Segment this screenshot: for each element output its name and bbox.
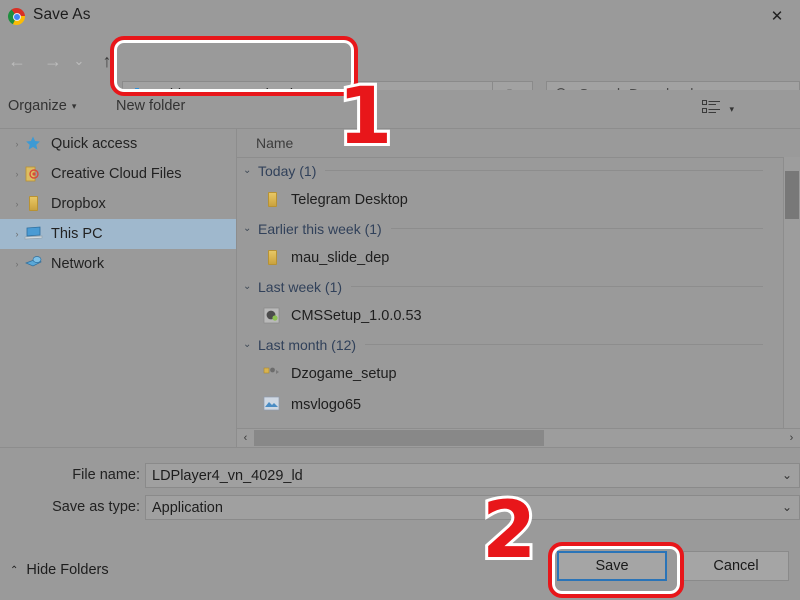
recent-locations-icon[interactable]: ⌄ (68, 47, 90, 75)
file-name-input[interactable]: LDPlayer4_vn_4029_ld ⌄ (145, 463, 800, 488)
forward-icon[interactable]: → (38, 47, 68, 75)
divider (365, 344, 763, 345)
chevron-down-icon[interactable]: ⌄ (243, 165, 258, 176)
sidebar-item-creative-cloud-files[interactable]: › Creative Cloud Files (0, 159, 236, 189)
chevron-down-icon: ▾ (72, 101, 77, 112)
chevron-right-icon[interactable]: › (10, 199, 24, 209)
chevron-right-icon[interactable]: › (10, 139, 24, 149)
file-row[interactable]: Dzogame_setup (237, 358, 783, 389)
file-group-label: Today (1) (258, 163, 316, 179)
file-list-scroll-area: ⌄ Today (1) Telegram Desktop ⌄ Earlier t… (237, 157, 783, 429)
file-name: Telegram Desktop (291, 192, 408, 208)
column-header-name[interactable]: Name (256, 135, 293, 151)
save-as-dialog: Save As ✕ ← → ⌄ ↑ › This PC › Downloads … (0, 0, 800, 600)
creative-cloud-icon (24, 165, 44, 183)
save-as-type-select[interactable]: Application ⌄ (145, 495, 800, 520)
divider (325, 170, 763, 171)
image-file-icon (263, 396, 283, 414)
chevron-down-icon[interactable]: ⌄ (243, 281, 258, 292)
save-as-type-label: Save as type: (10, 499, 140, 515)
network-icon (24, 255, 44, 273)
sidebar-item-quick-access[interactable]: › Quick access (0, 129, 236, 159)
list-view-icon (702, 99, 721, 120)
scroll-right-icon[interactable]: › (783, 432, 800, 444)
navigation-bar: ← → ⌄ ↑ › This PC › Downloads › ⌄ ↻ (0, 33, 800, 89)
folder-icon (24, 195, 44, 213)
chevron-right-icon[interactable]: › (10, 229, 24, 239)
scrollbar-thumb[interactable] (785, 171, 799, 219)
file-group-label: Last month (12) (258, 337, 356, 353)
view-mode-button[interactable]: ▾ (702, 99, 734, 120)
toolbar: Organize ▾ New folder ▾ ? (0, 90, 800, 129)
divider (391, 228, 763, 229)
save-as-type-value: Application (152, 500, 223, 516)
title-bar: Save As ✕ (0, 0, 800, 33)
new-folder-button[interactable]: New folder (116, 98, 185, 114)
file-group-header[interactable]: ⌄ Earlier this week (1) (237, 215, 783, 242)
chevron-down-icon[interactable]: ⌄ (243, 339, 258, 350)
folder-icon (263, 191, 283, 209)
file-group-header[interactable]: ⌄ Last month (12) (237, 331, 783, 358)
file-row[interactable]: msvlogo65 (237, 389, 783, 420)
file-name: mau_slide_dep (291, 250, 389, 266)
hide-folders-button[interactable]: ⌃ Hide Folders (10, 562, 109, 578)
sidebar-item-network[interactable]: › Network (0, 249, 236, 279)
scrollbar-thumb[interactable] (254, 430, 544, 446)
file-list-pane: Name ⌄ Today (1) Telegram Desktop ⌄ Earl… (237, 129, 800, 447)
file-group-label: Last week (1) (258, 279, 342, 295)
divider (351, 286, 763, 287)
vertical-scrollbar[interactable] (783, 157, 800, 429)
chevron-right-icon[interactable]: › (10, 259, 24, 269)
file-name: Dzogame_setup (291, 366, 397, 382)
star-icon (24, 135, 44, 153)
sidebar-item-dropbox[interactable]: › Dropbox (0, 189, 236, 219)
save-button[interactable]: Save (557, 551, 667, 581)
chevron-down-icon[interactable]: ⌄ (782, 500, 792, 514)
file-group-header[interactable]: ⌄ Last week (1) (237, 273, 783, 300)
sidebar-item-label: This PC (51, 226, 103, 242)
computer-icon (24, 225, 44, 243)
file-name: msvlogo65 (291, 397, 361, 413)
file-row[interactable]: Telegram Desktop (237, 184, 783, 215)
sidebar-item-label: Network (51, 256, 104, 272)
chevron-down-icon[interactable]: ⌄ (782, 468, 792, 482)
close-icon[interactable]: ✕ (754, 0, 800, 32)
file-row[interactable]: CMSSetup_1.0.0.53 (237, 300, 783, 331)
up-icon[interactable]: ↑ (92, 47, 122, 75)
back-icon[interactable]: ← (2, 47, 32, 75)
chevron-down-icon[interactable]: ⌄ (243, 223, 258, 234)
file-name-label: File name: (10, 467, 140, 483)
file-group-header[interactable]: ⌄ Today (1) (237, 157, 783, 184)
file-name-value: LDPlayer4_vn_4029_ld (152, 468, 303, 484)
file-group-label: Earlier this week (1) (258, 221, 382, 237)
horizontal-scrollbar[interactable]: ‹ › (237, 428, 800, 447)
file-row[interactable]: mau_slide_dep (237, 242, 783, 273)
page-title: Save As (33, 6, 91, 24)
sidebar-item-label: Dropbox (51, 196, 106, 212)
organize-label: Organize (8, 98, 67, 114)
chevron-down-icon: ▾ (729, 104, 734, 115)
file-name: CMSSetup_1.0.0.53 (291, 308, 422, 324)
sidebar-item-label: Quick access (51, 136, 137, 152)
sidebar-item-this-pc[interactable]: › This PC (0, 219, 236, 249)
folder-icon (263, 249, 283, 267)
organize-button[interactable]: Organize ▾ (8, 98, 76, 114)
sidebar-item-label: Creative Cloud Files (51, 166, 182, 182)
sidebar: › Quick access › Creative Cloud Files › (0, 129, 237, 447)
setup-exe-icon (263, 307, 283, 325)
column-header-row: Name (237, 129, 800, 158)
installer-icon (263, 365, 283, 383)
hide-folders-label: Hide Folders (26, 562, 108, 578)
cancel-button[interactable]: Cancel (683, 551, 789, 581)
chevron-up-icon: ⌃ (10, 565, 18, 576)
chrome-icon (8, 8, 25, 25)
scroll-left-icon[interactable]: ‹ (237, 432, 254, 444)
chevron-right-icon[interactable]: › (10, 169, 24, 179)
